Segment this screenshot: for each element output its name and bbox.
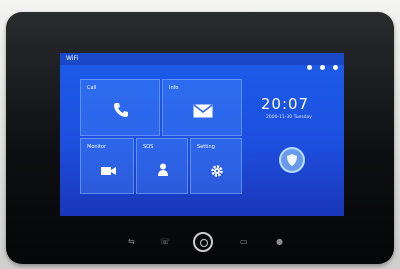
call-key-icon[interactable]: ☏	[160, 237, 170, 246]
call-label: Call	[87, 85, 97, 91]
info-tile[interactable]: Info	[162, 79, 242, 136]
status-icons	[304, 55, 338, 74]
monitor-label: Monitor	[87, 144, 107, 150]
status-bar: WiFi	[60, 53, 344, 70]
shield-icon	[287, 154, 297, 166]
mic-key-icon[interactable]: ●	[276, 237, 283, 246]
sos-tile[interactable]: SOS	[136, 138, 188, 194]
unlock-key-icon[interactable]: ⇆	[128, 237, 135, 246]
status-dot-icon	[319, 65, 325, 70]
setting-tile[interactable]: Setting	[190, 138, 242, 194]
monitor-key-icon[interactable]: ▭	[240, 237, 248, 246]
status-dot-icon	[333, 65, 338, 70]
monitor-tile[interactable]: Monitor	[80, 138, 134, 194]
setting-label: Setting	[197, 144, 215, 150]
call-tile[interactable]: Call	[80, 79, 160, 136]
gear-icon	[211, 165, 223, 177]
video-camera-icon	[101, 167, 116, 175]
clock-time: 20:07	[260, 95, 310, 113]
mail-icon	[193, 104, 213, 118]
status-left-label: WiFi	[66, 55, 79, 62]
phone-icon	[114, 103, 128, 117]
shield-badge-icon[interactable]	[279, 147, 305, 173]
info-label: Info	[169, 85, 179, 91]
touch-screen[interactable]: WiFi Call Info Monitor SOS Setting 20:07…	[60, 53, 344, 216]
clock-date: 2000-11-30 Tuesday	[266, 115, 312, 120]
person-icon	[158, 163, 168, 176]
home-button[interactable]	[193, 232, 213, 252]
sos-label: SOS	[143, 144, 154, 150]
status-dot-icon	[306, 65, 312, 70]
